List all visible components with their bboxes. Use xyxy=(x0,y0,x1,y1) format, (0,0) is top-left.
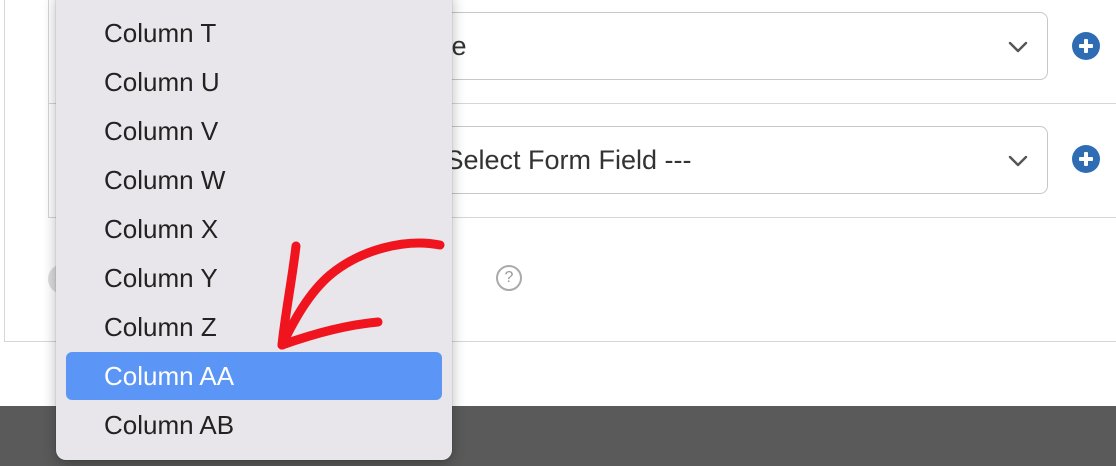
add-row-icon[interactable] xyxy=(1072,32,1100,60)
chevron-down-icon xyxy=(1008,155,1028,167)
form-field-select-1[interactable]: me xyxy=(368,12,1048,80)
dropdown-option-column-w[interactable]: Column W xyxy=(66,156,442,204)
column-dropdown-menu[interactable]: Column T Column U Column V Column W Colu… xyxy=(56,0,452,460)
dropdown-option-column-u[interactable]: Column U xyxy=(66,58,442,106)
help-icon[interactable]: ? xyxy=(496,265,522,291)
form-field-select-2[interactable]: - Select Form Field --- xyxy=(368,126,1048,194)
select-value: - Select Form Field --- xyxy=(429,145,692,175)
dropdown-option-column-y[interactable]: Column Y xyxy=(66,254,442,302)
dropdown-option-column-aa[interactable]: Column AA xyxy=(66,352,442,400)
add-row-icon[interactable] xyxy=(1072,145,1100,173)
dropdown-option-column-x[interactable]: Column X xyxy=(66,205,442,253)
chevron-down-icon xyxy=(1008,41,1028,53)
dropdown-option-column-z[interactable]: Column Z xyxy=(66,303,442,351)
dropdown-option-column-ab[interactable]: Column AB xyxy=(66,401,442,449)
dropdown-option-column-t[interactable]: Column T xyxy=(66,9,442,57)
dropdown-option-column-v[interactable]: Column V xyxy=(66,107,442,155)
